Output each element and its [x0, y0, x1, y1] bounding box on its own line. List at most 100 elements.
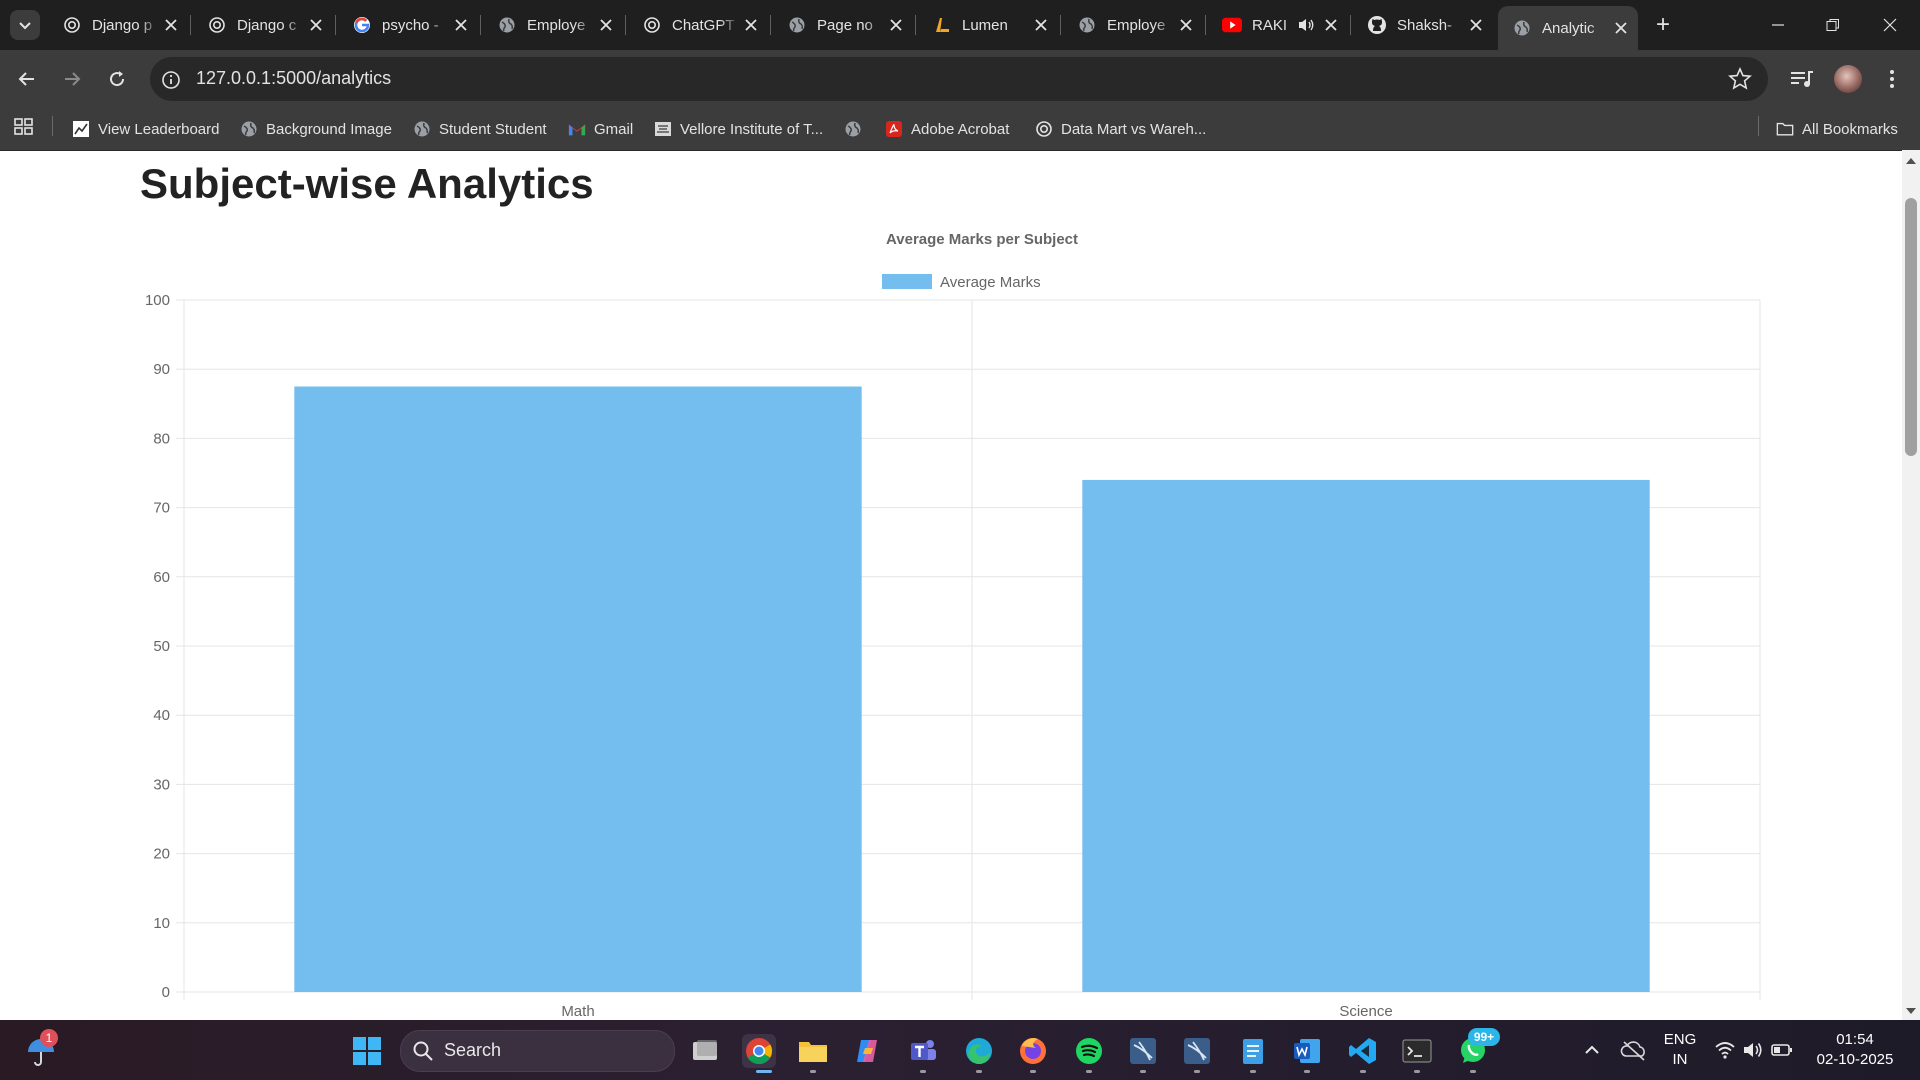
- firefox-button[interactable]: [1016, 1034, 1050, 1068]
- forward-button[interactable]: [57, 64, 87, 94]
- bookmark-item[interactable]: Adobe Acrobat: [885, 114, 1009, 144]
- task-view-icon: [693, 1040, 717, 1060]
- chatgpt-icon: [207, 15, 227, 35]
- taskbar-clock[interactable]: 01:54 02-10-2025: [1810, 1030, 1900, 1070]
- bookmark-item[interactable]: Gmail: [568, 114, 633, 144]
- speaker-icon[interactable]: [1298, 16, 1316, 34]
- browser-tab[interactable]: Lumen: [918, 8, 1058, 42]
- word-button[interactable]: [1290, 1034, 1324, 1068]
- taskbar-search[interactable]: [400, 1030, 675, 1072]
- tab-close-button[interactable]: [1320, 14, 1342, 36]
- tab-close-button[interactable]: [1030, 14, 1052, 36]
- bar-science: [1082, 479, 1650, 992]
- terminal-button[interactable]: [1400, 1034, 1434, 1068]
- tab-close-button[interactable]: [595, 14, 617, 36]
- notepad-button[interactable]: [1236, 1034, 1270, 1068]
- mysql-workbench-icon: [1130, 1038, 1156, 1064]
- tab-close-button[interactable]: [885, 14, 907, 36]
- tab-close-button[interactable]: [740, 14, 762, 36]
- new-tab-button[interactable]: +: [1650, 11, 1676, 38]
- tab-close-button[interactable]: [305, 14, 327, 36]
- teams-button[interactable]: [906, 1034, 940, 1068]
- scroll-down-arrow[interactable]: [1904, 1004, 1918, 1016]
- tab-close-button[interactable]: [1465, 14, 1487, 36]
- tab-separator: [1205, 15, 1206, 35]
- site-info-icon[interactable]: [160, 69, 182, 91]
- scroll-up-arrow[interactable]: [1904, 154, 1918, 166]
- address-bar[interactable]: [150, 57, 1768, 101]
- minimize-button[interactable]: [1760, 8, 1796, 42]
- mysql-workbench-button[interactable]: [1126, 1034, 1160, 1068]
- all-bookmarks-button[interactable]: All Bookmarks: [1776, 114, 1898, 144]
- teams-icon: [911, 1040, 936, 1060]
- apps-button[interactable]: [12, 115, 36, 139]
- restore-icon: [1826, 19, 1839, 31]
- browser-tab[interactable]: Page no: [773, 8, 913, 42]
- media-control-button[interactable]: [1788, 66, 1816, 92]
- copilot-button[interactable]: [850, 1034, 884, 1068]
- tab-label: Django c: [237, 16, 297, 34]
- bookmark-item[interactable]: Vellore Institute of T...: [654, 114, 823, 144]
- close-icon: [1470, 19, 1482, 31]
- browser-tab[interactable]: Django c: [193, 8, 333, 42]
- tab-close-button[interactable]: [450, 14, 472, 36]
- chrome-icon: [746, 1038, 773, 1065]
- tab-close-button[interactable]: [1610, 17, 1632, 39]
- tab-close-button[interactable]: [1175, 14, 1197, 36]
- search-placeholder: Search: [444, 1040, 502, 1060]
- all-bookmarks-divider: [1758, 116, 1759, 136]
- browser-tab[interactable]: Shaksh-: [1353, 8, 1493, 42]
- tab-close-button[interactable]: [160, 14, 182, 36]
- chatgpt-icon: [1035, 120, 1053, 138]
- tab-label: Lumen: [962, 16, 1008, 34]
- tab-separator: [1060, 15, 1061, 35]
- profile-avatar[interactable]: [1834, 65, 1862, 93]
- chrome-taskbar-button[interactable]: [742, 1034, 776, 1068]
- browser-tab[interactable]: ChatGPT: [628, 8, 768, 42]
- tab-search-button[interactable]: [10, 10, 40, 40]
- tab-label: Page no: [817, 16, 873, 34]
- close-icon: [1035, 19, 1047, 31]
- start-button[interactable]: [350, 1034, 384, 1068]
- battery-icon: [1771, 1044, 1792, 1056]
- browser-tab[interactable]: psycho -: [338, 8, 478, 42]
- reload-button[interactable]: [102, 64, 132, 94]
- language-indicator[interactable]: ENG IN: [1660, 1030, 1700, 1070]
- browser-tab[interactable]: RAKI: [1208, 8, 1348, 42]
- bookmark-item[interactable]: [844, 114, 870, 144]
- restore-button[interactable]: [1815, 8, 1851, 42]
- word-running-indicator: [1304, 1070, 1310, 1073]
- bookmark-item[interactable]: View Leaderboard: [72, 114, 219, 144]
- url-text[interactable]: 127.0.0.1:5000/analytics: [196, 68, 391, 89]
- quick-settings[interactable]: [1714, 1036, 1794, 1064]
- taskview-button[interactable]: [688, 1034, 722, 1068]
- notepad-icon: [1243, 1039, 1263, 1064]
- close-icon: [745, 19, 757, 31]
- apps-grid-icon: [14, 118, 33, 135]
- file-explorer-button[interactable]: [796, 1034, 830, 1068]
- bookmark-star-button[interactable]: [1727, 66, 1753, 92]
- bookmark-item[interactable]: Background Image: [240, 114, 392, 144]
- bookmark-item[interactable]: Student Student: [413, 114, 547, 144]
- browser-tab[interactable]: Employe: [1063, 8, 1203, 42]
- tray-overflow-button[interactable]: [1580, 1040, 1604, 1060]
- edge-running-indicator: [976, 1070, 982, 1073]
- edge-button[interactable]: [962, 1034, 996, 1068]
- close-window-button[interactable]: [1872, 8, 1908, 42]
- y-tick-label: 80: [153, 430, 170, 447]
- spotify-button[interactable]: [1072, 1034, 1106, 1068]
- bookmark-label: View Leaderboard: [98, 120, 220, 138]
- folder-icon: [1776, 120, 1794, 138]
- menu-button[interactable]: [1880, 64, 1904, 94]
- browser-tab[interactable]: Analytic: [1498, 6, 1638, 50]
- onedrive-tray[interactable]: [1620, 1038, 1648, 1062]
- vscode-button[interactable]: [1346, 1034, 1380, 1068]
- browser-tab[interactable]: Employe: [483, 8, 623, 42]
- youtube-icon: [1222, 15, 1242, 35]
- back-button[interactable]: [12, 64, 42, 94]
- scrollbar-thumb[interactable]: [1905, 198, 1917, 456]
- mysql-workbench-2-button[interactable]: [1180, 1034, 1214, 1068]
- browser-tab[interactable]: Django p: [48, 8, 188, 42]
- tab-separator: [770, 15, 771, 35]
- bookmark-item[interactable]: Data Mart vs Wareh...: [1035, 114, 1206, 144]
